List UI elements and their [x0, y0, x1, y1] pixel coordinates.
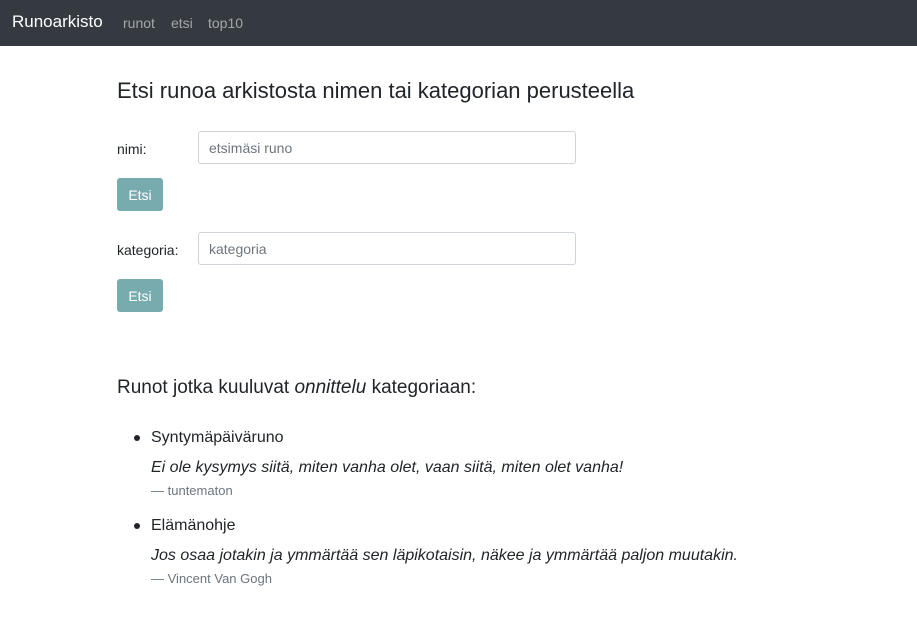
name-search-input[interactable] [198, 131, 576, 164]
results-heading: Runot jotka kuuluvat onnittelu kategoria… [117, 376, 476, 400]
nav-link-top10[interactable]: top10 [208, 14, 243, 32]
poem-author: — Vincent Van Gogh [151, 571, 272, 587]
nav-link-etsi[interactable]: etsi [171, 14, 193, 32]
results-heading-prefix: Runot jotka kuuluvat [117, 377, 295, 398]
poem-text: Ei ole kysymys siitä, miten vanha olet, … [151, 459, 624, 476]
name-search-button[interactable]: Etsi [117, 178, 163, 211]
name-label: nimi: [117, 141, 147, 157]
author-dash: — [151, 483, 168, 498]
poem-title: Syntymäpäiväruno [151, 429, 284, 446]
poem-author: — tuntematon [151, 483, 233, 499]
results-heading-suffix: kategoriaan: [366, 377, 477, 398]
navbar: Runoarkisto runot etsi top10 [0, 0, 917, 46]
nav-link-runot[interactable]: runot [123, 14, 155, 32]
bullet-icon [134, 435, 140, 441]
author-name: Vincent Van Gogh [167, 571, 272, 586]
results-category: onnittelu [294, 377, 367, 398]
brand-link[interactable]: Runoarkisto [12, 11, 103, 33]
category-search-button[interactable]: Etsi [117, 279, 163, 312]
category-search-input[interactable] [198, 232, 576, 265]
category-label: kategoria: [117, 242, 179, 258]
author-dash: — [151, 571, 168, 586]
bullet-icon [134, 523, 140, 529]
poem-text: Jos osaa jotakin ja ymmärtää sen läpikot… [151, 547, 738, 564]
poem-title: Elämänohje [151, 517, 236, 534]
page-title: Etsi runoa arkistosta nimen tai kategori… [117, 78, 635, 103]
author-name: tuntematon [167, 483, 233, 498]
